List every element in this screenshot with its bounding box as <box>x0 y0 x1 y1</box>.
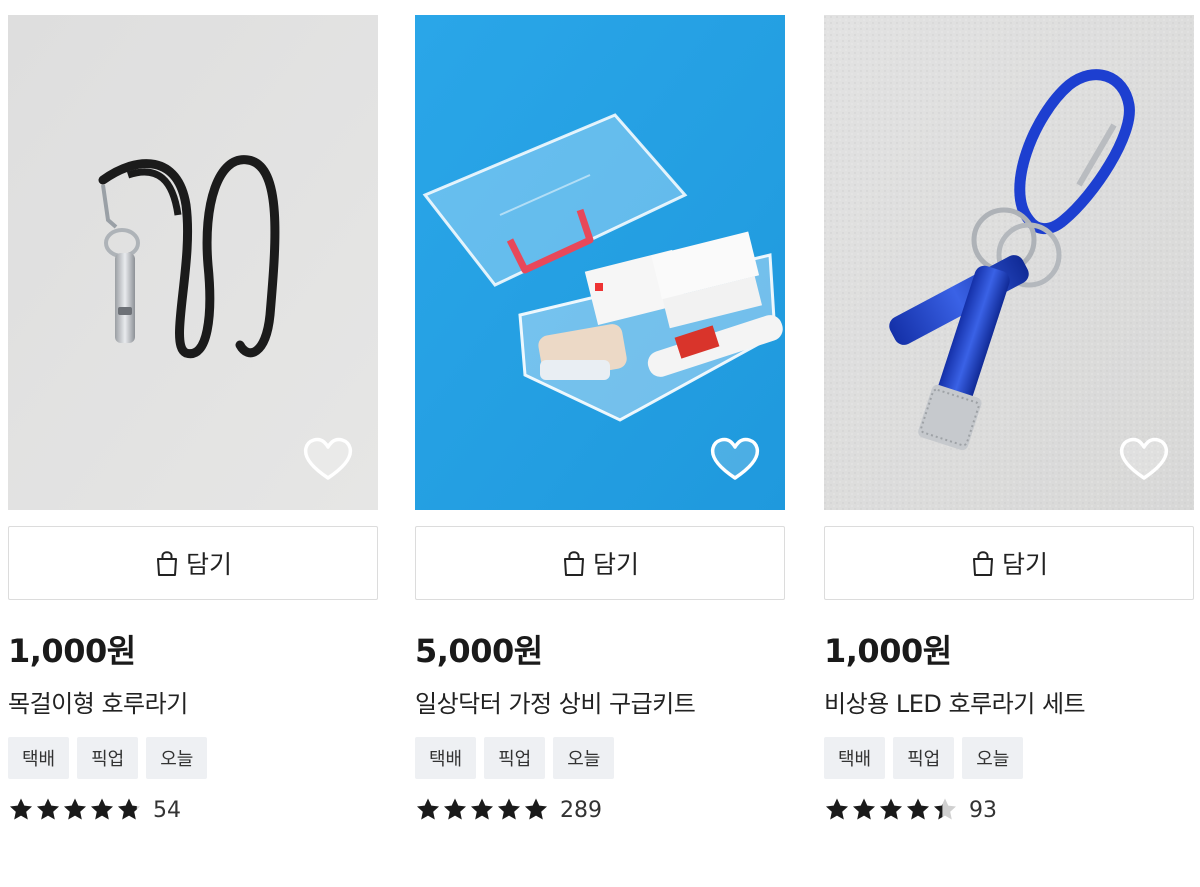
star-icon <box>853 798 875 820</box>
delivery-tags: 택배 픽업 오늘 <box>8 737 380 779</box>
tag-pickup: 픽업 <box>77 737 139 779</box>
product-name[interactable]: 비상용 LED 호루라기 세트 <box>824 684 1196 719</box>
product-card[interactable]: 담기 1,000원 목걸이형 호루라기 택배 픽업 오늘 54 <box>8 15 380 825</box>
star-icon <box>471 798 493 820</box>
product-image[interactable] <box>8 15 378 510</box>
star-icon <box>37 798 59 820</box>
tag-today: 오늘 <box>146 737 208 779</box>
review-count: 93 <box>969 797 997 823</box>
heart-icon[interactable] <box>1118 436 1170 482</box>
tag-delivery: 택배 <box>824 737 886 779</box>
tag-pickup: 픽업 <box>484 737 546 779</box>
star-icon <box>417 798 439 820</box>
star-icon <box>10 798 32 820</box>
review-count: 289 <box>560 797 602 823</box>
star-icon <box>907 798 929 820</box>
shopping-bag-icon <box>156 551 177 576</box>
star-rating <box>415 797 550 823</box>
product-card[interactable]: 담기 1,000원 비상용 LED 호루라기 세트 택배 픽업 오늘 93 <box>824 15 1196 825</box>
add-to-cart-button[interactable]: 담기 <box>8 526 378 600</box>
tag-delivery: 택배 <box>415 737 477 779</box>
rating: 54 <box>8 795 380 825</box>
star-icon <box>934 798 956 820</box>
product-price: 5,000원 <box>415 632 543 670</box>
product-image[interactable] <box>824 15 1194 510</box>
product-price: 1,000원 <box>824 632 952 670</box>
tag-today: 오늘 <box>553 737 615 779</box>
delivery-tags: 택배 픽업 오늘 <box>415 737 787 779</box>
star-icon <box>525 798 547 820</box>
product-name[interactable]: 목걸이형 호루라기 <box>8 684 380 719</box>
review-count: 54 <box>153 797 181 823</box>
star-icon <box>880 798 902 820</box>
tag-delivery: 택배 <box>8 737 70 779</box>
star-icon <box>118 798 140 820</box>
product-card[interactable]: 담기 5,000원 일상닥터 가정 상비 구급키트 택배 픽업 오늘 289 <box>415 15 787 825</box>
add-to-cart-button[interactable]: 담기 <box>415 526 785 600</box>
tag-pickup: 픽업 <box>893 737 955 779</box>
tag-today: 오늘 <box>962 737 1024 779</box>
shopping-bag-icon <box>972 551 993 576</box>
star-icon <box>444 798 466 820</box>
star-icon <box>498 798 520 820</box>
star-rating <box>8 797 143 823</box>
delivery-tags: 택배 픽업 오늘 <box>824 737 1196 779</box>
heart-icon[interactable] <box>302 436 354 482</box>
product-image[interactable] <box>415 15 785 510</box>
product-price: 1,000원 <box>8 632 136 670</box>
add-to-cart-label: 담기 <box>1001 550 1048 579</box>
star-icon <box>826 798 848 820</box>
product-name[interactable]: 일상닥터 가정 상비 구급키트 <box>415 684 787 719</box>
add-to-cart-label: 담기 <box>185 550 232 579</box>
heart-icon[interactable] <box>709 436 761 482</box>
star-icon <box>91 798 113 820</box>
product-grid: 담기 1,000원 목걸이형 호루라기 택배 픽업 오늘 54 담기 5,000… <box>0 0 1200 887</box>
rating: 93 <box>824 795 1196 825</box>
star-rating <box>824 797 959 823</box>
rating: 289 <box>415 795 787 825</box>
star-icon <box>64 798 86 820</box>
add-to-cart-button[interactable]: 담기 <box>824 526 1194 600</box>
add-to-cart-label: 담기 <box>592 550 639 579</box>
shopping-bag-icon <box>563 551 584 576</box>
